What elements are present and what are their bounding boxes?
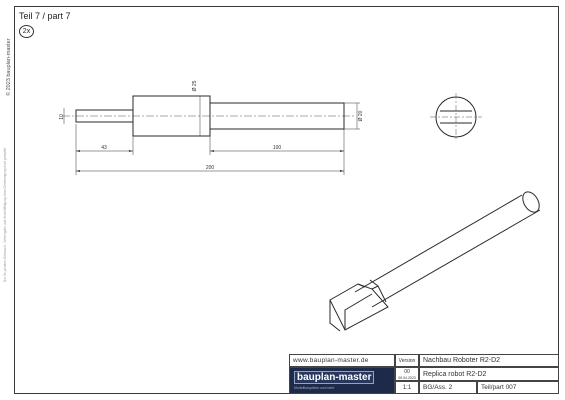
version-label: Version xyxy=(395,354,419,367)
dimension-lines xyxy=(63,96,360,175)
version-value: 00 09.04.2023 xyxy=(395,367,419,381)
drawing-sheet: Teil 7 / part 7 2x © 2023 bauplan-master… xyxy=(0,0,565,400)
scale-value: 1:1 xyxy=(395,381,419,394)
shaft-end-view xyxy=(430,93,482,141)
brand-logo: bauplan-master Modellbaupläne und mehr xyxy=(289,367,395,394)
dim-right-segment: 100 xyxy=(273,145,282,151)
logo-brand-text: bauplan-master xyxy=(294,371,375,384)
dim-total: 200 xyxy=(206,165,215,171)
shaft-isometric-view xyxy=(329,191,541,332)
website-url[interactable]: www.bauplan-master.de xyxy=(289,354,395,367)
drawing-name-en: Replica robot R2-D2 xyxy=(419,367,559,381)
dim-left-segment: 43 xyxy=(101,145,107,151)
dim-right-diameter: Ø 20 xyxy=(358,110,364,121)
title-block: www.bauplan-master.de bauplan-master Mod… xyxy=(289,354,559,394)
dim-left-height: 10 xyxy=(59,114,65,120)
drawing-name-de: Nachbau Roboter R2-D2 xyxy=(419,354,559,367)
logo-tagline: Modellbaupläne und mehr xyxy=(294,386,335,390)
dim-mid-diameter: Ø 25 xyxy=(192,80,198,91)
part-number: Teil/part 007 xyxy=(477,381,559,394)
technical-drawing: 10 43 100 200 Ø 25 Ø 20 xyxy=(59,80,541,332)
assembly-number: BG/Ass. 2 xyxy=(419,381,477,394)
